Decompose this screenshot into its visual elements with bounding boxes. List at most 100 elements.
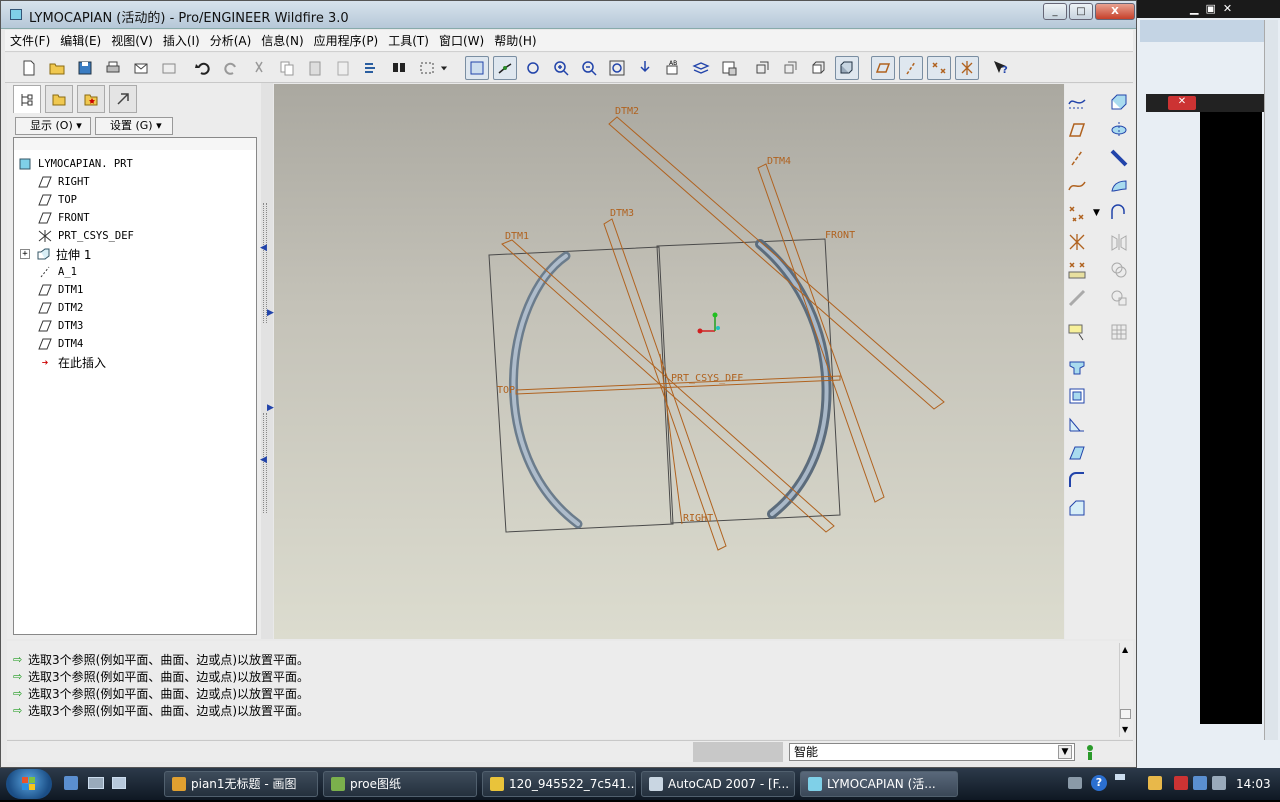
datum-point-tool-icon[interactable]	[1065, 202, 1089, 226]
tab-folder-browser[interactable]	[45, 85, 73, 113]
expand-right-icon[interactable]: ▶	[267, 308, 274, 318]
email-icon[interactable]	[129, 56, 153, 80]
inherited-feature-icon[interactable]	[1065, 286, 1089, 310]
open-folder-icon[interactable]	[45, 56, 69, 80]
settings-dropdown[interactable]: 设置 (G) ▾	[95, 117, 173, 135]
tree-node-dtm4[interactable]: DTM4	[38, 335, 83, 353]
menu-info[interactable]: 信息(N)	[256, 30, 308, 52]
datum-points-toggle-icon[interactable]	[927, 56, 951, 80]
tray-help-icon[interactable]: ?	[1091, 775, 1107, 791]
regenerate-icon[interactable]	[359, 56, 383, 80]
tray-network-icon[interactable]	[1193, 776, 1207, 790]
pattern-icon[interactable]	[1107, 320, 1131, 344]
task-proe-folder[interactable]: proe图纸	[323, 771, 477, 797]
title-bar[interactable]: LYMOCAPIAN (活动的) - Pro/ENGINEER Wildfire…	[1, 1, 1136, 29]
background-window-controls[interactable]: ▁ ▣ ✕	[1190, 2, 1270, 16]
orient-mode-icon[interactable]	[521, 56, 545, 80]
spin-center-icon[interactable]	[493, 56, 517, 80]
scroll-down-icon[interactable]: ▼	[1122, 725, 1128, 734]
quicklaunch-ie-icon[interactable]	[64, 776, 78, 790]
tree-node-part[interactable]: LYMOCAPIAN. PRT	[18, 155, 133, 173]
view-manager-icon[interactable]	[717, 56, 741, 80]
csys-tool-icon[interactable]	[1065, 230, 1089, 254]
merge-icon[interactable]	[1107, 258, 1131, 282]
minimize-button[interactable]: _	[1043, 3, 1067, 20]
analysis-feature-icon[interactable]	[1065, 258, 1089, 282]
tree-node-dtm3[interactable]: DTM3	[38, 317, 83, 335]
layers-icon[interactable]	[689, 56, 713, 80]
redo-icon[interactable]	[219, 56, 243, 80]
cut-icon[interactable]	[247, 56, 271, 80]
background-close-icon[interactable]: ✕	[1168, 96, 1196, 110]
no-hidden-icon[interactable]	[807, 56, 831, 80]
menu-applications[interactable]: 应用程序(P)	[309, 30, 384, 52]
datum-curve-tool-icon[interactable]	[1065, 174, 1089, 198]
quicklaunch-desktop-icon[interactable]	[88, 777, 104, 789]
tree-node-right[interactable]: RIGHT	[38, 173, 90, 191]
hidden-line-icon[interactable]	[779, 56, 803, 80]
datum-axes-toggle-icon[interactable]	[899, 56, 923, 80]
task-paint[interactable]: pian1无标题 - 画图	[164, 771, 318, 797]
selection-box-icon[interactable]	[415, 56, 439, 80]
copy-icon[interactable]	[275, 56, 299, 80]
tree-node-csys[interactable]: PRT_CSYS_DEF	[38, 227, 134, 245]
tray-keyboard-icon[interactable]	[1068, 777, 1082, 789]
find-icon[interactable]	[387, 56, 411, 80]
tab-favorites[interactable]	[77, 85, 105, 113]
zoom-out-icon[interactable]	[577, 56, 601, 80]
datum-plane-display-icon[interactable]	[465, 56, 489, 80]
menu-tools[interactable]: 工具(T)	[383, 30, 434, 52]
task-autocad[interactable]: AutoCAD 2007 - [F...	[641, 771, 795, 797]
selection-filter[interactable]: 智能 ▼	[789, 743, 1075, 761]
tree-node-extrude[interactable]: + 拉伸 1	[20, 245, 91, 263]
menu-file[interactable]: 文件(F)	[5, 30, 55, 52]
graphics-viewport[interactable]: DTM2 DTM4 DTM3 DTM1 FRONT TOP PRT_CSYS_D…	[274, 84, 1064, 639]
tab-connections[interactable]	[109, 85, 137, 113]
context-help-icon[interactable]: ?	[989, 56, 1013, 80]
draft-icon[interactable]	[1065, 440, 1089, 464]
shell-icon[interactable]	[1065, 384, 1089, 408]
tray-app-icon[interactable]	[1148, 776, 1162, 790]
close-button[interactable]: X	[1095, 3, 1135, 20]
chevron-down-icon[interactable]: ▼	[1058, 745, 1072, 759]
save-icon[interactable]	[73, 56, 97, 80]
paste-icon[interactable]	[303, 56, 327, 80]
boundary-blend-icon[interactable]	[1107, 174, 1131, 198]
tree-node-axis[interactable]: A_1	[38, 263, 77, 281]
hole-icon[interactable]	[1065, 356, 1089, 380]
scroll-thumb[interactable]	[1120, 709, 1131, 719]
paste-special-icon[interactable]	[331, 56, 355, 80]
revolve-tool-icon[interactable]	[1107, 118, 1131, 142]
tree-node-insert-here[interactable]: ➔ 在此插入	[38, 353, 106, 371]
refit-icon[interactable]	[605, 56, 629, 80]
task-image[interactable]: 120_945522_7c541...	[482, 771, 636, 797]
tray-volume-icon[interactable]	[1212, 776, 1226, 790]
model-tree[interactable]: LYMOCAPIAN. PRT RIGHT TOP FRONT PRT_CSYS…	[13, 137, 257, 635]
maximize-button[interactable]: □	[1069, 3, 1093, 20]
menu-help[interactable]: 帮助(H)	[489, 30, 541, 52]
tray-security-icon[interactable]	[1174, 776, 1188, 790]
rib-icon[interactable]	[1065, 412, 1089, 436]
undo-icon[interactable]	[191, 56, 215, 80]
expand-icon[interactable]: +	[20, 249, 30, 259]
quicklaunch-switch-icon[interactable]	[112, 777, 126, 789]
chevron-down-icon[interactable]: ▼	[1093, 208, 1100, 218]
scroll-up-icon[interactable]: ▲	[1122, 645, 1128, 654]
extrude-tool-icon[interactable]	[1107, 90, 1131, 114]
chamfer-icon[interactable]	[1065, 496, 1089, 520]
collapse-left-icon[interactable]: ◀	[260, 455, 267, 465]
shading-icon[interactable]	[835, 56, 859, 80]
model-graphics[interactable]: DTM2 DTM4 DTM3 DTM1 FRONT TOP PRT_CSYS_D…	[274, 84, 1064, 639]
mirror-icon[interactable]	[1107, 230, 1131, 254]
datum-axis-tool-icon[interactable]	[1065, 146, 1089, 170]
note-icon[interactable]	[1065, 320, 1089, 344]
expand-right-icon[interactable]: ▶	[267, 403, 274, 413]
new-file-icon[interactable]	[17, 56, 41, 80]
wireframe-icon[interactable]	[751, 56, 775, 80]
panel-splitter[interactable]: ◀ ▶ ▶ ◀	[260, 83, 274, 639]
task-proe[interactable]: LYMOCAPIAN (活...	[800, 771, 958, 797]
reorient-icon[interactable]	[633, 56, 657, 80]
email-link-icon[interactable]	[157, 56, 181, 80]
collapse-left-icon[interactable]: ◀	[260, 243, 267, 253]
tree-node-dtm2[interactable]: DTM2	[38, 299, 83, 317]
